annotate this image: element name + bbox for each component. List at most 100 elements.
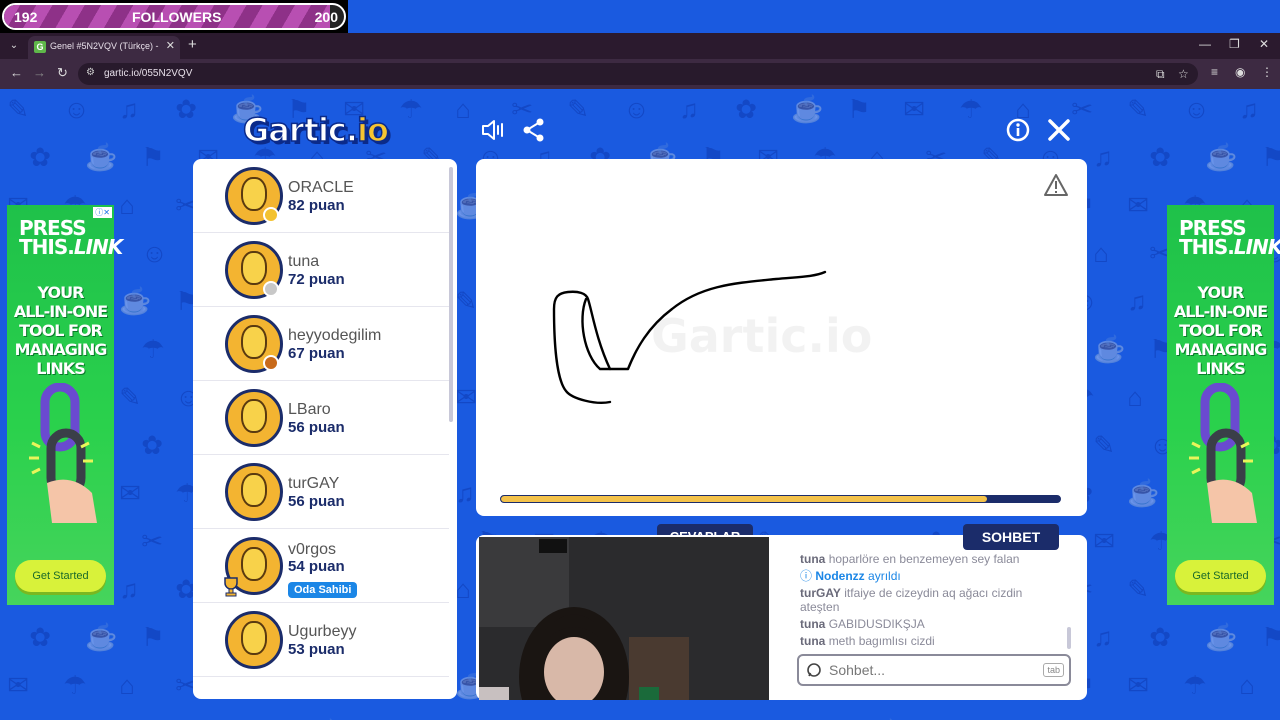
ad-get-started-button[interactable]: Get Started (15, 560, 106, 592)
ad-copy: YOUR ALL-IN-ONE TOOL FOR MANAGING LINKS (1167, 283, 1274, 378)
player-score: 82 puan (288, 197, 345, 214)
media-control-icon[interactable]: ≡ (1211, 65, 1218, 79)
speaker-volume-icon[interactable] (480, 117, 506, 143)
tab-chat[interactable]: SOHBET (963, 524, 1059, 550)
player-score: 56 puan (288, 493, 345, 510)
chat-input-box[interactable]: tab (797, 654, 1071, 686)
pattern-doodle-icon: ☕ (1127, 478, 1160, 508)
player-row[interactable]: heyyodegilim 67 puan (193, 307, 449, 381)
round-timer-bar (500, 495, 1061, 503)
player-avatar (225, 463, 283, 521)
pattern-doodle-icon: ☺ (63, 94, 90, 124)
ad-banner-right[interactable]: PRESS THIS.LINK YOUR ALL-IN-ONE TOOL FOR … (1167, 205, 1280, 605)
player-row[interactable]: v0rgos 54 puan Oda Sahibi (193, 529, 449, 603)
player-row[interactable]: turGAY 56 puan (193, 455, 449, 529)
room-owner-badge: Oda Sahibi (288, 582, 358, 598)
install-app-icon[interactable]: ⧉ (1156, 67, 1165, 82)
chat-username[interactable]: tuna (800, 634, 825, 648)
pattern-doodle-icon: ⚑ (1261, 622, 1280, 652)
pattern-doodle-icon: ♫ (455, 478, 475, 508)
player-row[interactable]: tuna 72 puan (193, 233, 449, 307)
new-tab-plus-icon[interactable]: + (188, 36, 197, 53)
chat-bubble-icon (807, 663, 821, 677)
player-name: LBaro (288, 401, 331, 418)
tab-title: Genel #5N2VQV (Türkçe) - Gart (50, 41, 160, 51)
back-arrow-icon[interactable]: ← (10, 65, 23, 80)
chat-input[interactable] (829, 662, 1029, 678)
tab-close-icon[interactable]: ✕ (166, 39, 175, 52)
pattern-doodle-icon: ♫ (1093, 142, 1113, 172)
report-warning-icon[interactable] (1043, 173, 1069, 197)
pattern-doodle-icon: ☺ (141, 238, 168, 268)
chain-link-hand-icon (1189, 383, 1257, 523)
chat-scrollbar[interactable] (1067, 627, 1071, 649)
site-info-icon[interactable]: ⚙ (86, 67, 95, 78)
ad-copy-line: YOUR (37, 283, 85, 302)
pattern-doodle-icon: ☕ (1093, 334, 1126, 364)
chat-text: GABIDUSDIKŞJA (828, 617, 925, 631)
player-score: 56 puan (288, 419, 345, 436)
avatar-face-icon (241, 399, 267, 433)
pattern-doodle-icon: ✉ (1127, 670, 1150, 700)
pattern-doodle-icon: ✎ (119, 382, 142, 412)
chat-system-message: ⓘ Nodenzz ayrıldı (800, 569, 1065, 583)
logo-suffix: io (356, 110, 389, 150)
reload-icon[interactable]: ↻ (57, 65, 68, 81)
close-room-icon[interactable] (1046, 117, 1072, 143)
logo-main: Gartic. (242, 110, 359, 150)
restore-icon[interactable]: ❐ (1229, 37, 1240, 51)
drawing-canvas[interactable]: Gartic.io (476, 159, 1087, 516)
followers-progress-bar: 192 FOLLOWERS 200 (2, 3, 346, 30)
pattern-doodle-icon: ⚑ (847, 94, 871, 124)
player-row[interactable]: Ugurbeyy 53 puan (193, 603, 449, 677)
pattern-doodle-icon: ✂ (141, 526, 164, 556)
browser-toolbar: ← → ↻ ⚙ gartic.io/055N2VQV ⧉ ☆ ≡ ◉ ⋮ (0, 59, 1280, 89)
ad-get-started-button[interactable]: Get Started (1175, 560, 1266, 592)
pattern-doodle-icon: ✎ (567, 94, 590, 124)
profile-avatar-icon[interactable]: ◉ (1235, 65, 1245, 79)
pattern-doodle-icon: ☕ (85, 622, 118, 652)
chat-text: ayrıldı (868, 569, 901, 583)
pattern-doodle-icon: ✉ (1093, 526, 1116, 556)
tab-key-hint: tab (1043, 663, 1064, 677)
pattern-doodle-icon: ✉ (1127, 190, 1150, 220)
ad-banner-left[interactable]: ⓘ✕ PRESS THIS.LINK YOUR ALL-IN-ONE TOOL F… (7, 205, 123, 605)
bookmark-star-icon[interactable]: ☆ (1178, 67, 1189, 81)
pattern-doodle-icon: ♫ (1093, 622, 1113, 652)
gartic-logo[interactable]: Gartic.io (242, 110, 389, 150)
pattern-doodle-icon: ⌂ (1239, 670, 1255, 700)
chat-username[interactable]: tuna (800, 552, 825, 566)
minimize-icon[interactable]: — (1199, 37, 1211, 51)
info-icon[interactable] (1005, 117, 1031, 143)
forward-arrow-icon[interactable]: → (33, 65, 46, 80)
player-name: tuna (288, 253, 320, 270)
player-score: 54 puan (288, 558, 345, 575)
avatar-face-icon (241, 547, 267, 581)
ad-choices-icon[interactable]: ⓘ✕ (93, 207, 112, 218)
avatar-face-icon (241, 325, 267, 359)
chat-text: hoparlöre en benzemeyen sey falan (828, 552, 1020, 566)
drawing-strokes (552, 270, 827, 404)
window-close-icon[interactable]: ✕ (1259, 37, 1269, 51)
browser-menu-icon[interactable]: ⋮ (1261, 65, 1273, 79)
player-row[interactable]: LBaro 56 puan (193, 381, 449, 455)
chat-username[interactable]: tuna (800, 617, 825, 631)
browser-tab-active[interactable]: G Genel #5N2VQV (Türkçe) - Gart ✕ (28, 36, 180, 59)
address-bar[interactable]: ⚙ gartic.io/055N2VQV ⧉ ☆ (78, 63, 1198, 85)
pattern-doodle-icon: ✉ (455, 382, 478, 412)
ad-brand-line3: LINK (1233, 235, 1280, 259)
info-circle-icon: ⓘ (800, 569, 816, 583)
tab-search-chevron-icon[interactable]: ⌄ (6, 38, 22, 54)
player-list-scrollbar[interactable] (449, 167, 453, 422)
player-list[interactable]: ORACLE 82 puan tuna 72 puan heyyodegilim 67 p… (193, 159, 457, 699)
pattern-doodle-icon: ⚑ (141, 142, 165, 172)
pattern-doodle-icon: ✿ (29, 142, 52, 172)
ad-copy-line: MANAGING LINKS (14, 340, 108, 378)
chat-username[interactable]: turGAY (800, 586, 841, 600)
pattern-doodle-icon: ☕ (1205, 622, 1238, 652)
share-icon[interactable] (521, 117, 547, 143)
player-row[interactable]: ORACLE 82 puan (193, 159, 449, 233)
followers-goal: 200 (314, 9, 338, 25)
pattern-doodle-icon: ♫ (1239, 94, 1259, 124)
chat-username[interactable]: Nodenzz (815, 569, 864, 583)
